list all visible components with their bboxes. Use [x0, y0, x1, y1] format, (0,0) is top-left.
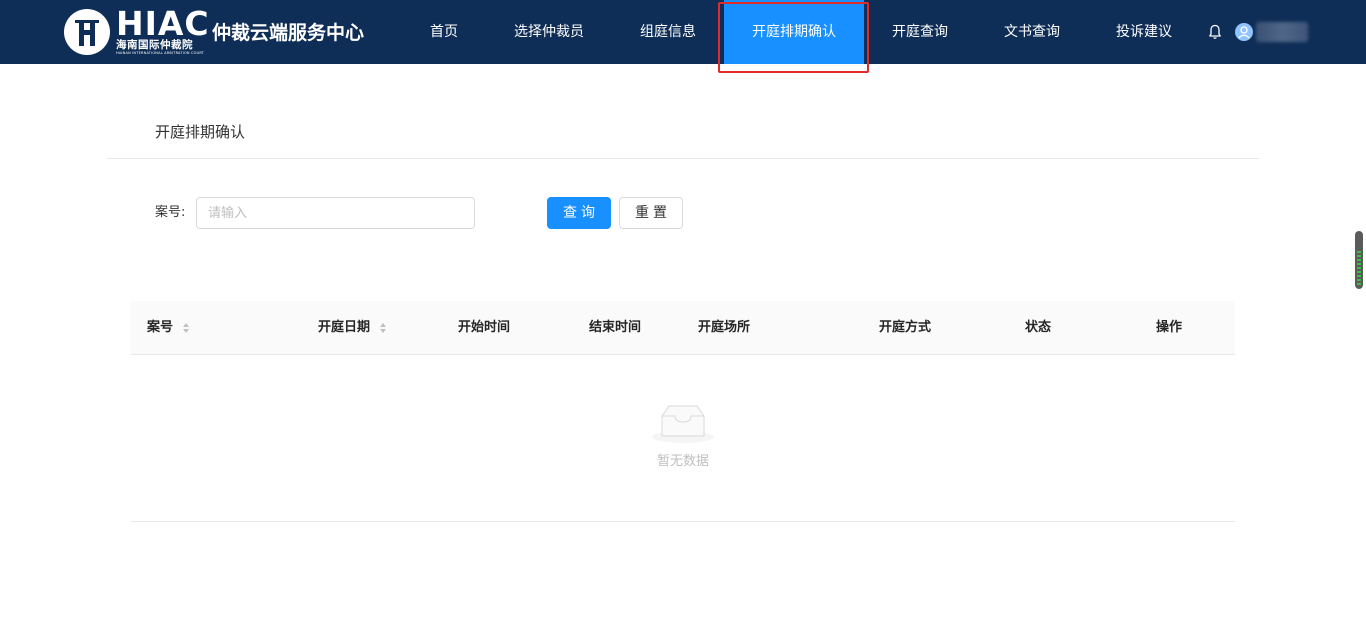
column-end-time: 结束时间 [589, 320, 642, 335]
top-nav-bar: HIAC 海南国际仲裁院 HAINAN INTERNATIONAL ARBITR… [0, 0, 1366, 64]
column-case-number[interactable]: 案号 [147, 301, 190, 355]
sort-caret-icon[interactable] [380, 323, 387, 333]
logo-english-name: HAINAN INTERNATIONAL ARBITRATION COURT [116, 50, 205, 55]
column-hearing-method: 开庭方式 [879, 320, 932, 335]
username-redacted[interactable] [1256, 22, 1308, 42]
empty-state-text: 暂无数据 [656, 454, 709, 469]
page-scrollbar[interactable] [1355, 231, 1363, 289]
nav-item-select-arbitrator[interactable]: 选择仲裁员 [499, 0, 599, 64]
table-bottom-divider [131, 521, 1235, 522]
hiac-emblem-icon [64, 9, 110, 55]
column-hearing-venue: 开庭场所 [698, 320, 751, 335]
nav-item-hearing-query[interactable]: 开庭查询 [878, 0, 962, 64]
title-divider [107, 158, 1259, 159]
column-label: 开庭日期 [318, 320, 371, 335]
empty-inbox-icon [652, 405, 714, 443]
hiac-logo[interactable]: HIAC 海南国际仲裁院 HAINAN INTERNATIONAL ARBITR… [64, 3, 210, 56]
column-actions: 操作 [1156, 320, 1183, 335]
column-status: 状态 [1025, 320, 1052, 335]
scrollbar-grip[interactable] [1357, 251, 1361, 285]
page-title: 开庭排期确认 [155, 123, 246, 141]
case-number-label: 案号: [155, 205, 186, 220]
nav-item-document-query[interactable]: 文书查询 [990, 0, 1074, 64]
logo-abbr: HIAC [116, 3, 210, 43]
sort-caret-icon[interactable] [183, 323, 190, 333]
nav-item-hearing-schedule-confirm[interactable]: 开庭排期确认 [724, 0, 864, 64]
search-button[interactable]: 查询 [547, 197, 611, 229]
column-start-time: 开始时间 [458, 320, 511, 335]
column-hearing-date[interactable]: 开庭日期 [318, 301, 387, 355]
nav-item-tribunal-info[interactable]: 组庭信息 [626, 0, 710, 64]
logo-text: HIAC 海南国际仲裁院 HAINAN INTERNATIONAL ARBITR… [116, 3, 210, 56]
case-number-input[interactable] [196, 197, 475, 229]
column-label: 案号 [147, 320, 174, 335]
nav-item-home[interactable]: 首页 [414, 0, 474, 64]
reset-button[interactable]: 重置 [619, 197, 683, 229]
table-header: 案号 开庭日期 开始时间 结束时间 开庭场所 开庭方式 状态 操作 [131, 301, 1235, 355]
user-avatar-icon[interactable] [1235, 23, 1253, 41]
bell-icon[interactable] [1208, 24, 1222, 40]
logo-chinese-name: 海南国际仲裁院 [116, 38, 193, 51]
nav-item-complaints-suggestions[interactable]: 投诉建议 [1102, 0, 1186, 64]
site-title: 仲裁云端服务中心 [212, 22, 365, 44]
